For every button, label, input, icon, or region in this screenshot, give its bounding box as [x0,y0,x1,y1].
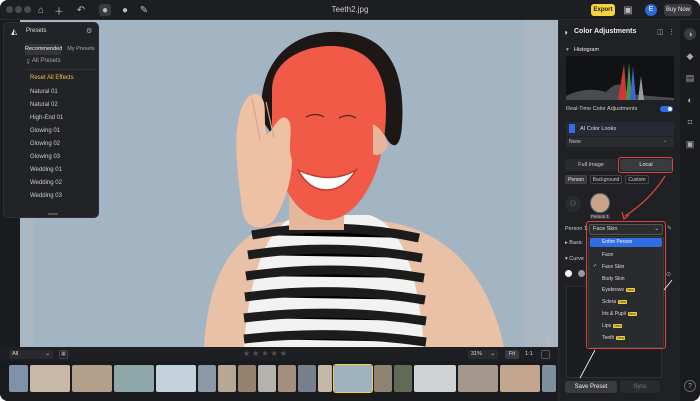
presets-panel: ◭ Presets ⚙ Recommended My Presets ⊽ All… [3,22,99,218]
thumbnail[interactable] [72,365,112,392]
layout-icon[interactable]: ◫ [657,28,664,36]
more-icon[interactable]: ⋮ [668,28,675,36]
chevron-down-icon: ⌄ [490,351,495,357]
crop-icon[interactable]: ⌗ [684,116,696,128]
preset-item[interactable]: Glowing 02 [30,141,60,147]
filmstrip-toolbar: All ⌄ ▦ ★★★★★ 31% ⌄ Fit 1:1 [0,347,558,361]
chevron-down-icon: ⌄ [663,138,668,144]
preset-item[interactable]: Wedding 01 [30,167,62,173]
collapse-icon[interactable]: ▾ [566,47,569,53]
thumbnail[interactable] [374,365,392,392]
thumbnail[interactable] [218,365,236,392]
thumbnail[interactable] [500,365,540,392]
thumbnail[interactable] [114,365,154,392]
buy-now-button[interactable]: Buy Now [664,4,692,16]
thumbnail[interactable] [258,365,276,392]
avatar[interactable]: E [645,4,657,16]
brush-icon[interactable]: ● [119,4,131,16]
layers-icon[interactable]: ▤ [684,72,696,84]
home-icon[interactable]: ⌂ [35,4,47,16]
thumbnail[interactable] [30,365,70,392]
ai-color-looks-label: AI Color Looks [580,126,617,132]
preset-item-reset[interactable]: Reset All Effects [30,75,74,81]
zoom-select[interactable]: 31% ⌄ [468,350,498,359]
minimize-window-button[interactable] [15,6,22,13]
toggle-knob [668,107,672,111]
maximize-window-button[interactable] [24,6,31,13]
thumbnail[interactable] [394,365,412,392]
histogram [566,56,674,100]
thumbnail[interactable] [156,365,196,392]
resize-handle[interactable] [48,213,58,215]
preset-item[interactable]: High-End 01 [30,115,63,121]
chevron-down-icon: ⌄ [45,351,50,357]
presets-title: Presets [26,28,47,34]
thumbnail-selected[interactable] [333,364,373,393]
save-preset-button[interactable]: Save Preset [565,381,617,393]
rating-stars[interactable]: ★★★★★ [243,349,289,358]
thumbnail[interactable] [278,365,296,392]
looks-select[interactable] [566,137,674,147]
filter-select[interactable]: All ⌄ [9,350,53,359]
thumbnail[interactable] [238,365,256,392]
annotation-arrows [579,175,673,379]
preset-item[interactable]: Glowing 03 [30,154,60,160]
thumbnail[interactable] [414,365,456,392]
thumbnail[interactable] [298,365,316,392]
filter-select-value: All [12,351,19,357]
preset-item[interactable]: Natural 01 [30,89,58,95]
histogram-label: Histogram [574,47,600,53]
help-icon[interactable]: ? [684,380,696,392]
one-to-one-button[interactable]: 1:1 [522,350,536,359]
presets-logo-icon: ◭ [11,27,18,36]
filter-icon: ⊽ [26,60,31,66]
preset-item[interactable]: Natural 02 [30,102,58,108]
camera-icon[interactable]: ▣ [684,138,696,150]
realtime-toggle[interactable] [660,106,673,112]
export-button[interactable]: Export [591,4,615,16]
preset-item[interactable]: Glowing 01 [30,128,60,134]
preset-item[interactable]: Wedding 03 [30,193,62,199]
portrait-image [34,20,523,347]
thumbnail[interactable] [458,365,498,392]
title-bar: ⌂ ＋ ↶ ● ● ✎ Teeth2.jpg Export ▣ E Buy No… [0,0,700,20]
all-presets-label[interactable]: All Presets [32,58,61,64]
info-icon[interactable]: ⓘ [545,336,552,346]
thumbnail[interactable] [198,365,216,392]
tone-icon[interactable]: ◐ [684,94,696,106]
realtime-label: Real-Time Color Adjustments [566,106,638,112]
tab-recommended[interactable]: Recommended [25,44,62,55]
histogram-graph [566,62,674,100]
panel-icon[interactable]: ▣ [622,4,634,16]
thumbnail[interactable] [9,365,28,392]
panel-title: Color Adjustments [574,28,637,35]
preset-item[interactable]: Wedding 02 [30,180,62,186]
undo-icon[interactable]: ↶ [75,4,87,16]
tab-my-presets[interactable]: My Presets [63,44,99,55]
thumbnail[interactable] [542,365,556,392]
color-adjust-icon[interactable]: ◑ [684,28,696,40]
color-wheel-icon: ◑ [563,28,568,37]
settings-icon[interactable]: ⚙ [86,27,92,35]
right-toolbar: ◑ ◆ ▤ ◐ ⌗ ▣ ? [680,20,700,401]
app-window: ⌂ ＋ ↶ ● ● ✎ Teeth2.jpg Export ▣ E Buy No… [0,0,700,401]
drop-icon[interactable]: ◆ [684,50,696,62]
compare-icon[interactable] [541,350,550,359]
pen-icon[interactable]: ✎ [138,4,150,16]
mask-tool-icon[interactable]: ● [99,4,111,16]
ai-badge-icon [569,124,575,133]
photo-preview[interactable] [34,20,523,347]
grid-view-icon[interactable]: ▦ [59,350,68,359]
thumbnail[interactable] [318,365,332,392]
zoom-value: 31% [471,351,483,357]
fit-button[interactable]: Fit [505,350,519,359]
looks-select-value: None [569,139,581,145]
divider [26,69,96,70]
sync-button[interactable]: Sync [620,381,660,393]
close-window-button[interactable] [6,6,13,13]
document-title: Teeth2.jpg [331,5,369,14]
add-icon[interactable]: ＋ [53,4,65,18]
